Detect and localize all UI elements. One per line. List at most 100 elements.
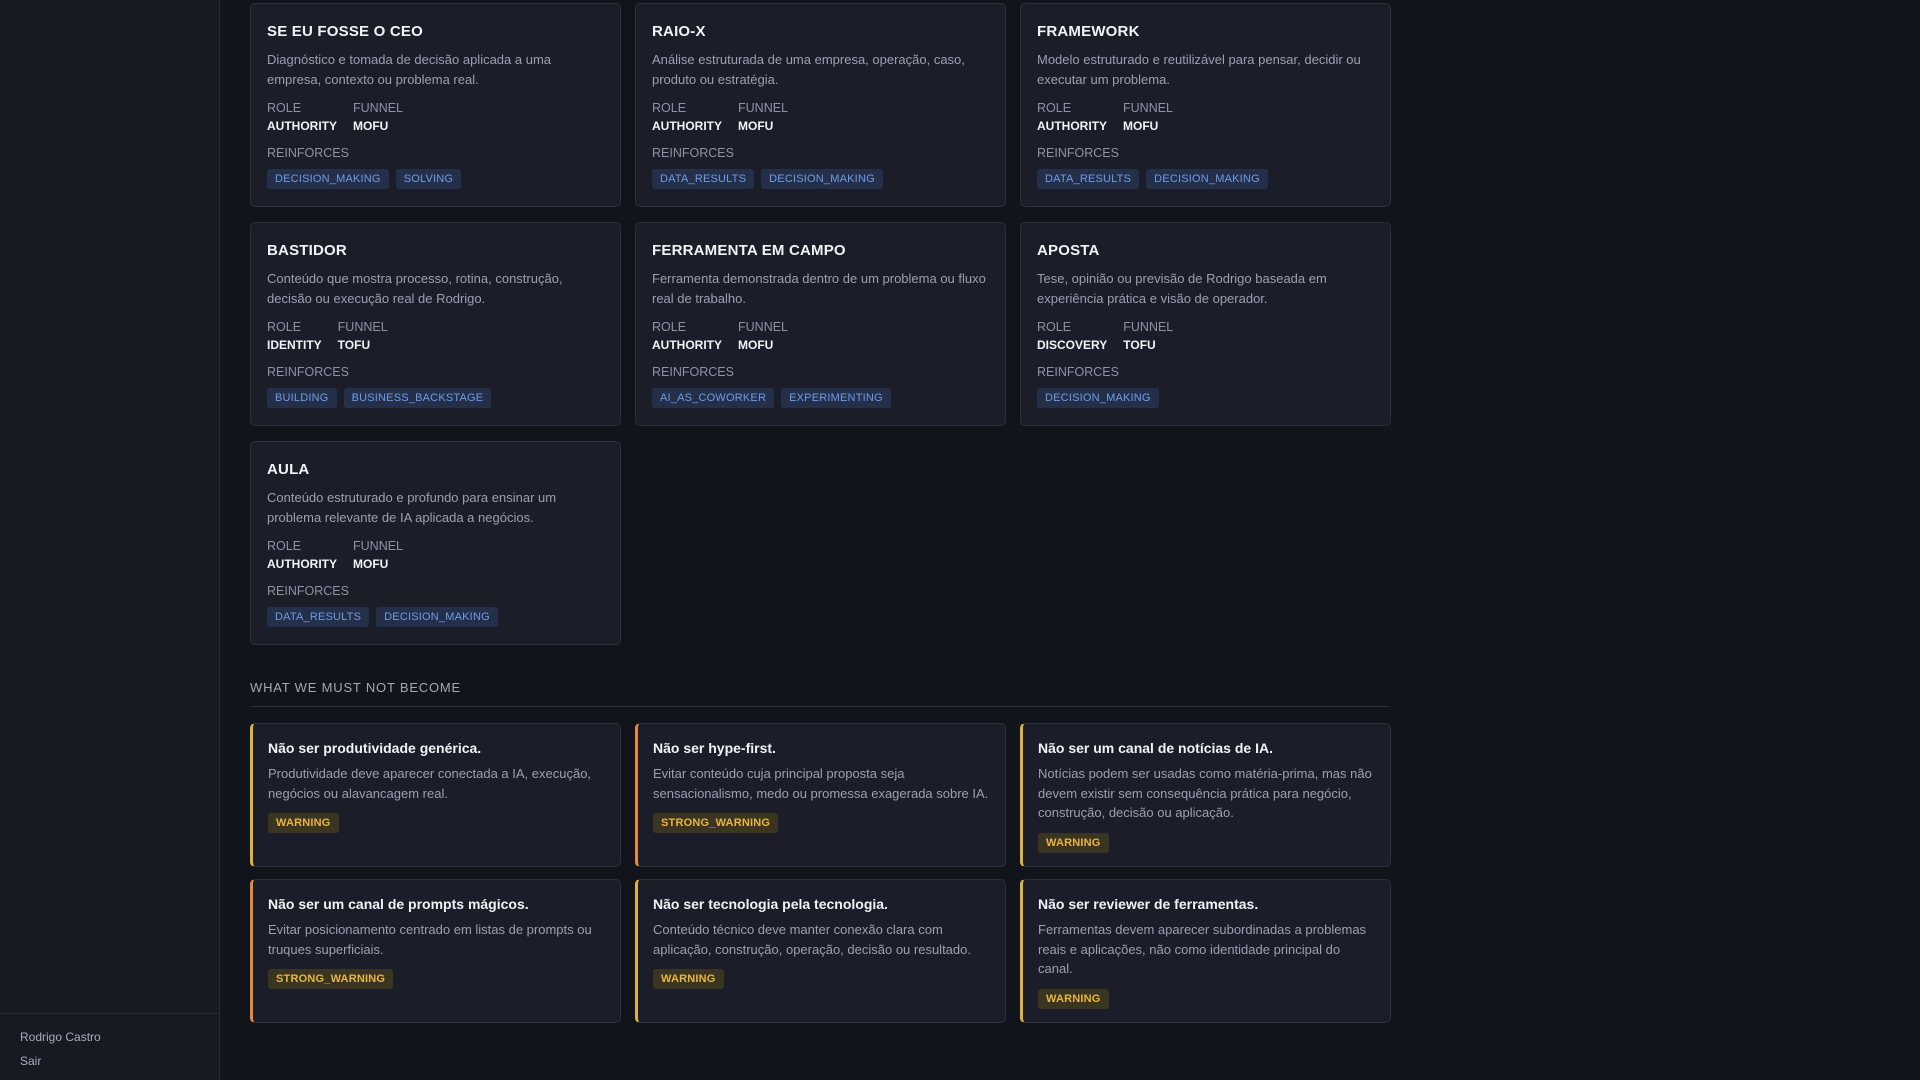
format-title: SE EU FOSSE O CEO	[267, 23, 423, 40]
reinforces-tags: BUILDING BUSINESS_BACKSTAGE	[267, 388, 604, 408]
reinforces-label: REINFORCES	[267, 365, 349, 379]
role-label: ROLE	[652, 320, 687, 334]
format-meta: ROLE DISCOVERY FUNNEL TOFU	[1037, 320, 1374, 352]
format-meta: ROLE AUTHORITY FUNNEL MOFU	[1037, 101, 1374, 133]
role-value: IDENTITY	[267, 338, 322, 352]
anti-pattern-title: Não ser tecnologia pela tecnologia.	[653, 896, 888, 912]
reinforces-label: REINFORCES	[267, 146, 349, 160]
anti-pattern-title: Não ser um canal de prompts mágicos.	[268, 896, 529, 912]
reinforce-tag: DATA_RESULTS	[652, 169, 755, 189]
format-meta: ROLE AUTHORITY FUNNEL MOFU	[652, 101, 989, 133]
funnel-label: FUNNEL	[353, 539, 404, 553]
format-grid: SE EU FOSSE O CEO Diagnóstico e tomada de…	[250, 3, 1391, 645]
format-meta: ROLE AUTHORITY FUNNEL MOFU	[267, 101, 604, 133]
anti-pattern-title: Não ser reviewer de ferramentas.	[1038, 896, 1259, 912]
format-description: Tese, opinião ou previsão de Rodrigo bas…	[1037, 271, 1327, 306]
reinforce-tag: DECISION_MAKING	[761, 169, 883, 189]
reinforce-tag: DATA_RESULTS	[1037, 169, 1140, 189]
funnel-column: FUNNEL MOFU	[1123, 101, 1173, 133]
role-value: AUTHORITY	[1037, 119, 1107, 133]
anti-pattern-description: Evitar conteúdo cuja principal proposta …	[653, 766, 989, 801]
anti-pattern-card: Não ser produtividade genérica. Produtivi…	[250, 723, 621, 867]
anti-pattern-title: Não ser produtividade genérica.	[268, 740, 482, 756]
reinforces-tags: DECISION_MAKING SOLVING	[267, 169, 604, 189]
role-value: AUTHORITY	[652, 119, 722, 133]
sidebar: Rodrigo Castro Sair	[0, 0, 220, 1080]
reinforces-label: REINFORCES	[1037, 146, 1119, 160]
reinforces-tags: AI_AS_COWORKER EXPERIMENTING	[652, 388, 989, 408]
severity-badge: STRONG_WARNING	[268, 969, 394, 989]
funnel-label: FUNNEL	[337, 320, 388, 334]
format-meta: ROLE AUTHORITY FUNNEL MOFU	[267, 539, 604, 571]
funnel-value: MOFU	[738, 338, 774, 352]
logout-link[interactable]: Sair	[20, 1054, 219, 1068]
role-label: ROLE	[267, 320, 302, 334]
anti-pattern-card: Não ser um canal de prompts mágicos. Evit…	[250, 879, 621, 1023]
funnel-label: FUNNEL	[738, 320, 789, 334]
format-card[interactable]: FRAMEWORK Modelo estruturado e reutilizáv…	[1020, 3, 1391, 207]
role-column: ROLE DISCOVERY	[1037, 320, 1107, 352]
format-card[interactable]: APOSTA Tese, opinião ou previsão de Rodri…	[1020, 222, 1391, 426]
main-content: SE EU FOSSE O CEO Diagnóstico e tomada de…	[250, 0, 1391, 1023]
reinforces-label: REINFORCES	[267, 584, 349, 598]
format-title: RAIO-X	[652, 23, 706, 40]
sidebar-footer: Rodrigo Castro Sair	[0, 1013, 219, 1080]
reinforces-label: REINFORCES	[1037, 365, 1119, 379]
funnel-column: FUNNEL TOFU	[1123, 320, 1173, 352]
anti-pattern-card: Não ser reviewer de ferramentas. Ferramen…	[1020, 879, 1391, 1023]
anti-pattern-description: Evitar posicionamento centrado em listas…	[268, 922, 592, 957]
funnel-column: FUNNEL TOFU	[338, 320, 388, 352]
funnel-label: FUNNEL	[353, 101, 404, 115]
format-card[interactable]: SE EU FOSSE O CEO Diagnóstico e tomada de…	[250, 3, 621, 207]
format-description: Conteúdo que mostra processo, rotina, co…	[267, 271, 563, 306]
format-title: BASTIDOR	[267, 242, 347, 259]
anti-pattern-description: Produtividade deve aparecer conectada a …	[268, 766, 592, 801]
role-label: ROLE	[267, 539, 302, 553]
reinforce-tag: BUSINESS_BACKSTAGE	[343, 388, 492, 408]
funnel-value: MOFU	[738, 119, 774, 133]
role-label: ROLE	[1037, 101, 1072, 115]
severity-badge: WARNING	[1038, 988, 1109, 1009]
format-card[interactable]: AULA Conteúdo estruturado e profundo para…	[250, 441, 621, 645]
section-heading-anti: WHAT WE MUST NOT BECOME	[250, 680, 1390, 707]
severity-badge: WARNING	[1038, 832, 1109, 853]
funnel-column: FUNNEL MOFU	[738, 320, 788, 352]
format-description: Diagnóstico e tomada de decisão aplicada…	[267, 52, 552, 87]
format-meta: ROLE AUTHORITY FUNNEL MOFU	[652, 320, 989, 352]
reinforce-tag: DECISION_MAKING	[1146, 169, 1268, 189]
format-card[interactable]: BASTIDOR Conteúdo que mostra processo, ro…	[250, 222, 621, 426]
reinforces-tags: DECISION_MAKING	[1037, 388, 1374, 408]
reinforces-tags: DATA_RESULTS DECISION_MAKING	[1037, 169, 1374, 189]
reinforce-tag: BUILDING	[267, 388, 337, 408]
funnel-column: FUNNEL MOFU	[353, 539, 403, 571]
format-card[interactable]: RAIO-X Análise estruturada de uma empresa…	[635, 3, 1006, 207]
role-label: ROLE	[1037, 320, 1072, 334]
role-column: ROLE AUTHORITY	[267, 539, 337, 571]
role-value: DISCOVERY	[1037, 338, 1108, 352]
anti-pattern-title: Não ser um canal de notícias de IA.	[1038, 740, 1273, 756]
format-title: FERRAMENTA EM CAMPO	[652, 242, 846, 259]
role-column: ROLE AUTHORITY	[652, 320, 722, 352]
anti-pattern-title: Não ser hype-first.	[653, 740, 776, 756]
role-value: AUTHORITY	[652, 338, 722, 352]
reinforce-tag: SOLVING	[395, 169, 462, 189]
anti-pattern-grid: Não ser produtividade genérica. Produtivi…	[250, 723, 1391, 1023]
reinforce-tag: DECISION_MAKING	[1037, 388, 1159, 408]
reinforces-tags: DATA_RESULTS DECISION_MAKING	[652, 169, 989, 189]
anti-pattern-description: Ferramentas devem aparecer subordinadas …	[1038, 922, 1367, 976]
funnel-column: FUNNEL MOFU	[353, 101, 403, 133]
funnel-label: FUNNEL	[738, 101, 789, 115]
anti-pattern-card: Não ser tecnologia pela tecnologia. Conte…	[635, 879, 1006, 1023]
role-column: ROLE AUTHORITY	[267, 101, 337, 133]
role-column: ROLE AUTHORITY	[1037, 101, 1107, 133]
role-column: ROLE AUTHORITY	[652, 101, 722, 133]
role-column: ROLE IDENTITY	[267, 320, 322, 352]
role-value: AUTHORITY	[267, 557, 337, 571]
anti-pattern-card: Não ser um canal de notícias de IA. Notíc…	[1020, 723, 1391, 867]
reinforce-tag: DATA_RESULTS	[267, 607, 370, 627]
user-name: Rodrigo Castro	[20, 1030, 101, 1044]
funnel-value: TOFU	[1123, 338, 1156, 352]
format-card[interactable]: FERRAMENTA EM CAMPO Ferramenta demonstrad…	[635, 222, 1006, 426]
format-description: Ferramenta demonstrada dentro de um prob…	[652, 271, 986, 306]
severity-badge: WARNING	[653, 969, 724, 989]
